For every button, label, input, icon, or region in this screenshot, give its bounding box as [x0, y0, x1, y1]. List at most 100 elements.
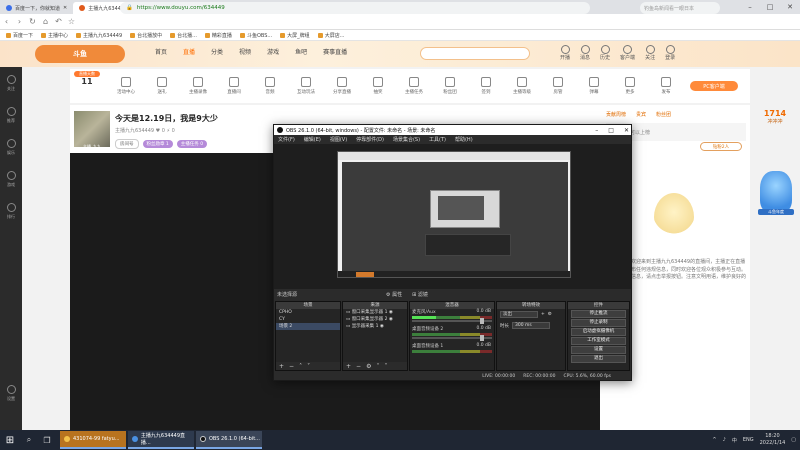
bookmark-item[interactable]: 斗鱼OBS... — [239, 32, 272, 39]
toolbar-item[interactable]: 送礼 — [144, 77, 180, 95]
toolbar-item[interactable]: 直播间 — [216, 77, 252, 95]
douyu-logo[interactable]: 斗鱼 — [35, 45, 125, 63]
toolbar-item[interactable]: 主播录像 — [180, 77, 216, 95]
forward-icon[interactable]: › — [13, 17, 26, 26]
volume-slider[interactable] — [412, 335, 492, 341]
rank-tab[interactable]: 贵宾 — [636, 111, 646, 118]
up-icon[interactable]: ˄ — [299, 363, 302, 370]
gear-icon[interactable]: ⚙ — [548, 312, 552, 317]
rail-recommend[interactable]: 推荐 — [0, 99, 22, 131]
diamond-fans-button[interactable]: 钻粉2人 — [700, 142, 742, 151]
rail-settings[interactable]: 设置 — [0, 377, 22, 409]
bookmark-item[interactable]: 百度一下 — [6, 32, 33, 39]
nav-esports[interactable]: 赛事直播 — [323, 47, 347, 56]
pc-client-link[interactable]: PC客户端 — [690, 81, 738, 91]
undo-icon[interactable]: ↶ — [52, 17, 65, 26]
toolbar-item[interactable]: 弹幕 — [576, 77, 612, 95]
bookmark-item[interactable]: 台北播放中 — [130, 32, 162, 39]
up-icon[interactable]: ˄ — [376, 363, 379, 370]
toolbar-item[interactable]: 抽奖 — [360, 77, 396, 95]
windows-start-icon[interactable]: ⊞ — [0, 430, 20, 450]
toolbar-item[interactable]: 主播等级 — [504, 77, 540, 95]
remove-icon[interactable]: − — [356, 363, 361, 370]
tab-close-icon[interactable]: ✕ — [63, 5, 67, 11]
bookmark-item[interactable]: 精彩直播 — [204, 32, 232, 39]
add-icon[interactable]: + — [541, 312, 545, 317]
rank-tab[interactable]: 粉丝团 — [656, 111, 671, 118]
properties-button[interactable]: ⚙ 属性 — [386, 291, 402, 298]
stop-streaming-button[interactable]: 停止推流 — [571, 310, 626, 318]
toolbar-item[interactable]: 活动中心 — [108, 77, 144, 95]
settings-button[interactable]: 设置 — [571, 346, 626, 354]
toolbar-item[interactable]: 房管 — [540, 77, 576, 95]
obs-maximize-button[interactable]: □ — [608, 127, 614, 134]
down-icon[interactable]: ˅ — [307, 363, 310, 370]
nav-video[interactable]: 视频 — [239, 47, 251, 56]
header-icon-message[interactable]: 消息 — [580, 45, 590, 61]
rail-follow[interactable]: 关注 — [0, 67, 22, 99]
nav-yuba[interactable]: 鱼吧 — [295, 47, 307, 56]
volume-slider[interactable] — [412, 318, 492, 324]
obs-menu-scene-collection[interactable]: 场景集合(S) — [393, 136, 420, 143]
scene-item[interactable]: CY — [276, 316, 340, 323]
bookmark-item[interactable]: 大屏店... — [317, 32, 344, 39]
toolbar-item[interactable]: 分享直播 — [324, 77, 360, 95]
taskbar-app[interactable]: 主播九九634449直播... — [128, 431, 194, 449]
header-icon-history[interactable]: 历史 — [600, 45, 610, 61]
browser-search-input[interactable]: 钓鱼岛新闻看一眼日本 — [640, 2, 720, 14]
avatar[interactable] — [74, 111, 110, 147]
eye-icon[interactable]: ◉ — [389, 310, 393, 315]
toolbar-item[interactable]: 签到 — [468, 77, 504, 95]
toolbar-item[interactable]: 更多 — [612, 77, 648, 95]
obs-menu-docks[interactable]: 停靠部件(D) — [356, 136, 384, 143]
url-field[interactable]: 🔒 https://www.douyu.com/634449 — [120, 2, 590, 14]
header-icon-follow[interactable]: 关注 — [645, 45, 655, 61]
rail-entertainment[interactable]: 娱乐 — [0, 131, 22, 163]
toolbar-item[interactable]: 发布 — [648, 77, 684, 95]
remove-icon[interactable]: − — [289, 363, 294, 370]
taskbar-app[interactable]: 431074-99 fatyu... — [60, 431, 126, 449]
nav-games[interactable]: 游戏 — [267, 47, 279, 56]
studio-mode-button[interactable]: 工作室模式 — [571, 337, 626, 345]
room-badge[interactable]: 主播任务 0 — [176, 140, 208, 148]
source-item[interactable]: ▭ 显示器采集 1 ◉ — [343, 323, 407, 330]
volume-icon[interactable]: ♪ — [723, 437, 726, 443]
header-icon-login[interactable]: 登录 — [665, 45, 675, 61]
exit-button[interactable]: 退出 — [571, 355, 626, 363]
notification-icon[interactable]: ▢ — [791, 437, 796, 443]
rank-tab[interactable]: 贡献周榜 — [606, 111, 626, 118]
promo-jar-image[interactable] — [760, 171, 792, 213]
scene-item[interactable]: CPHO — [276, 309, 340, 316]
obs-menu-tools[interactable]: 工具(T) — [429, 136, 446, 143]
rail-games[interactable]: 游戏 — [0, 163, 22, 195]
search-icon[interactable]: ⌕ — [20, 430, 38, 450]
ime-icon[interactable]: 中 — [732, 437, 737, 444]
browser-tab[interactable]: 百度一下，你就知道 ✕ — [0, 2, 73, 14]
toolbar-item[interactable]: 主播任务 — [396, 77, 432, 95]
obs-minimize-button[interactable]: – — [595, 127, 598, 134]
site-search-input[interactable] — [420, 47, 530, 60]
toolbar-item[interactable]: 互动玩法 — [288, 77, 324, 95]
nav-live[interactable]: 直播 — [183, 47, 195, 56]
gear-icon[interactable]: ⚙ — [366, 363, 371, 370]
toolbar-item[interactable]: 粉丝团 — [432, 77, 468, 95]
stop-recording-button[interactable]: 停止录制 — [571, 319, 626, 327]
add-icon[interactable]: + — [279, 363, 284, 370]
room-badge[interactable]: 房间号 — [115, 139, 139, 149]
transition-select[interactable]: 淡出 — [500, 311, 538, 318]
source-item[interactable]: ▭ 窗口采集显示器 1 ◉ — [343, 309, 407, 316]
minimize-button[interactable]: – — [740, 3, 760, 11]
promo-banner[interactable]: 1714 冲冲冲 — [752, 109, 798, 169]
source-item[interactable]: ▭ 窗口采集显示器 2 ◉ — [343, 316, 407, 323]
bookmark-item[interactable]: 大屏_牌组 — [280, 32, 310, 39]
room-badge[interactable]: 粉丝勋章 1 — [142, 140, 173, 148]
obs-menu-edit[interactable]: 编辑(E) — [304, 136, 321, 143]
obs-preview[interactable] — [337, 151, 571, 278]
clock[interactable]: 18:20 2022/1/14 — [760, 433, 786, 447]
home-icon[interactable]: ⌂ — [39, 17, 52, 26]
obs-menu-file[interactable]: 文件(F) — [278, 136, 295, 143]
duration-input[interactable]: 300 ms — [512, 322, 550, 329]
language-indicator[interactable]: ENG — [743, 437, 754, 443]
refresh-icon[interactable]: ↻ — [26, 17, 39, 26]
filters-button[interactable]: ⊞ 滤镜 — [412, 291, 428, 298]
